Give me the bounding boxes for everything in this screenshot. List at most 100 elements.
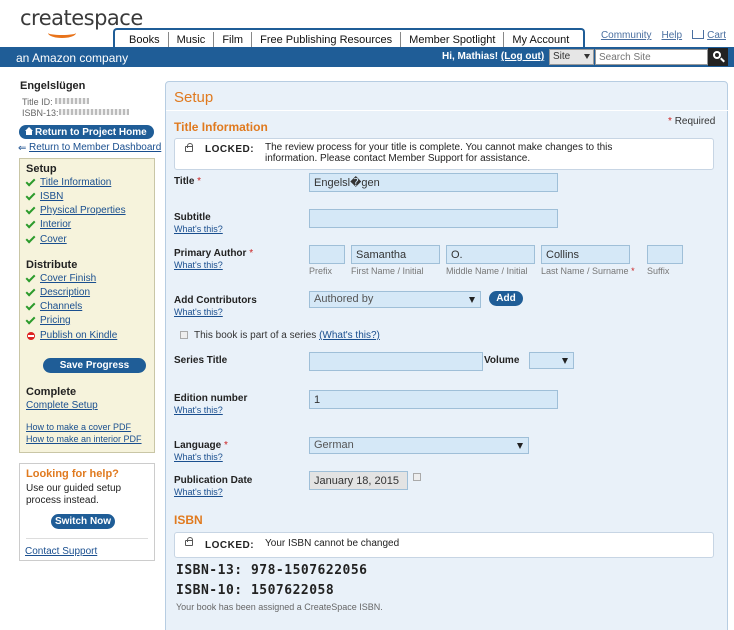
help-link[interactable]: Help <box>662 30 683 41</box>
nav-tab-music[interactable]: Music <box>169 32 215 48</box>
add-contributor-button[interactable]: Add <box>489 291 523 306</box>
subtitle-input[interactable] <box>309 209 558 228</box>
tagline: an Amazon company <box>16 51 129 65</box>
step-channels[interactable]: Channels <box>25 300 82 312</box>
step-physical-properties[interactable]: Physical Properties <box>25 204 126 216</box>
step-cover[interactable]: Cover <box>25 233 67 245</box>
checkmark-icon <box>25 286 36 297</box>
middle-name-sublabel: Middle Name / Initial <box>446 266 528 276</box>
series-checkbox[interactable] <box>180 331 188 339</box>
checkmark-icon <box>25 204 36 215</box>
publication-date-input[interactable] <box>309 471 408 490</box>
step-publish-on-kindle[interactable]: Publish on Kindle <box>26 330 117 341</box>
language-whats-this-link[interactable]: What's this? <box>174 452 223 462</box>
author-suffix-input[interactable] <box>647 245 683 264</box>
isbn10-value: ISBN-10: 1507622058 <box>176 583 335 598</box>
isbn13-meta: ISBN-13: <box>22 108 129 118</box>
language-label: Language * <box>174 440 228 451</box>
isbn-locked-notice: LOCKED: Your ISBN cannot be changed <box>174 532 714 558</box>
step-description[interactable]: Description <box>25 286 90 298</box>
home-icon <box>25 127 33 135</box>
nav-tab-film[interactable]: Film <box>214 32 253 48</box>
chevron-down-icon <box>562 358 568 364</box>
title-id: Title ID: <box>22 97 90 107</box>
checkmark-icon <box>25 190 36 201</box>
edition-whats-this-link[interactable]: What's this? <box>174 405 223 415</box>
top-links: Community Help Cart <box>601 30 726 41</box>
save-progress-button[interactable]: Save Progress <box>43 358 146 373</box>
calendar-icon[interactable] <box>413 473 421 481</box>
back-arrow-icon: ⇐ <box>18 143 27 154</box>
series-title-input[interactable] <box>309 352 483 371</box>
step-title-information[interactable]: Title Information <box>25 176 111 188</box>
isbn-locked-message: Your ISBN cannot be changed <box>265 538 400 549</box>
author-middle-name-input[interactable] <box>446 245 535 264</box>
nav-tab-books[interactable]: Books <box>121 32 169 48</box>
chevron-down-icon <box>517 443 523 449</box>
complete-setup-link[interactable]: Complete Setup <box>26 400 98 411</box>
step-interior[interactable]: Interior <box>25 218 71 230</box>
publication-date-label: Publication Date <box>174 475 253 486</box>
cart-link[interactable]: Cart <box>707 30 726 41</box>
suffix-sublabel: Suffix <box>647 266 670 276</box>
title-input[interactable] <box>309 173 558 192</box>
chevron-down-icon <box>584 54 590 59</box>
author-whats-this-link[interactable]: What's this? <box>174 260 223 270</box>
volume-select[interactable] <box>529 352 574 369</box>
help-panel: Looking for help? Use our guided setup p… <box>19 463 155 561</box>
switch-now-button[interactable]: Switch Now <box>51 514 115 529</box>
checkmark-icon <box>25 272 36 283</box>
series-text: This book is part of a series (What's th… <box>194 330 380 341</box>
logout-link[interactable]: (Log out) <box>501 51 544 62</box>
edition-number-input[interactable] <box>309 390 558 409</box>
community-link[interactable]: Community <box>601 30 652 41</box>
locked-notice: LOCKED: The review process for your titl… <box>174 138 714 170</box>
divider <box>26 538 148 539</box>
checkmark-icon <box>25 233 36 244</box>
complete-heading: Complete <box>26 386 77 398</box>
author-last-name-input[interactable] <box>541 245 630 264</box>
author-first-name-input[interactable] <box>351 245 440 264</box>
no-entry-icon <box>27 331 35 340</box>
createspace-logo[interactable]: createspace <box>20 6 143 30</box>
title-information-heading: Title Information <box>174 120 268 134</box>
search-button[interactable] <box>708 48 728 66</box>
language-select[interactable]: German <box>309 437 529 454</box>
edition-number-label: Edition number <box>174 393 248 404</box>
lock-icon <box>185 143 193 152</box>
cart-icon[interactable] <box>692 30 705 39</box>
step-pricing[interactable]: Pricing <box>25 314 71 326</box>
subtitle-whats-this-link[interactable]: What's this? <box>174 224 223 234</box>
checkmark-icon <box>25 314 36 325</box>
logo-swoosh-icon <box>48 28 76 38</box>
return-project-home-button[interactable]: Return to Project Home <box>19 125 154 139</box>
step-isbn[interactable]: ISBN <box>25 190 63 202</box>
setup-form-panel: Setup Title Information * Required LOCKE… <box>165 81 729 630</box>
search-input[interactable] <box>595 49 708 65</box>
pubdate-whats-this-link[interactable]: What's this? <box>174 487 223 497</box>
main-nav: Books Music Film Free Publishing Resourc… <box>113 28 586 48</box>
contributor-role-select[interactable]: Authored by <box>309 291 481 308</box>
author-prefix-input[interactable] <box>309 245 345 264</box>
title-label: Title * <box>174 176 202 187</box>
contact-support-link[interactable]: Contact Support <box>25 546 97 557</box>
nav-tab-my-account[interactable]: My Account <box>504 32 577 48</box>
site-select[interactable]: Site <box>549 49 594 65</box>
last-name-sublabel: Last Name / Surname * <box>541 266 635 276</box>
cover-pdf-link[interactable]: How to make a cover PDF <box>26 422 131 432</box>
redacted-title-id <box>55 98 90 104</box>
nav-tab-free-publishing-resources[interactable]: Free Publishing Resources <box>252 32 402 48</box>
locked-label: LOCKED: <box>205 144 255 155</box>
isbn-heading: ISBN <box>174 513 203 527</box>
step-cover-finish[interactable]: Cover Finish <box>25 272 96 284</box>
return-dashboard-link[interactable]: Return to Member Dashboard <box>29 142 161 153</box>
contributors-whats-this-link[interactable]: What's this? <box>174 307 223 317</box>
help-title: Looking for help? <box>26 468 119 480</box>
interior-pdf-link[interactable]: How to make an interior PDF <box>26 434 142 444</box>
series-title-label: Series Title <box>174 355 228 366</box>
page-title: Setup <box>174 89 214 106</box>
contributors-label: Add Contributors <box>174 295 257 306</box>
nav-tab-member-spotlight[interactable]: Member Spotlight <box>401 32 505 48</box>
volume-label: Volume <box>484 355 520 366</box>
series-whats-this-link[interactable]: (What's this?) <box>319 330 380 341</box>
